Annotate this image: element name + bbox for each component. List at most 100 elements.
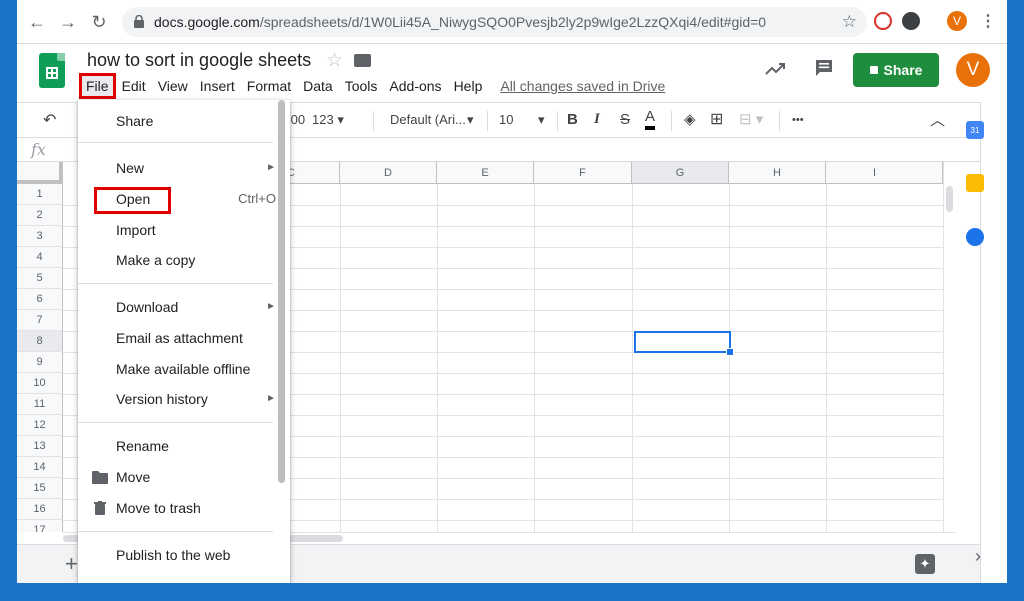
star-icon[interactable]: ☆: [326, 49, 343, 72]
menu-view[interactable]: View: [152, 76, 194, 96]
toolbar-divider: [779, 111, 780, 131]
row-header[interactable]: 6: [17, 289, 63, 310]
column-header-selected[interactable]: G: [632, 162, 729, 184]
menu-insert[interactable]: Insert: [194, 76, 241, 96]
forward-arrow-icon[interactable]: →: [58, 12, 78, 32]
menu-item-new[interactable]: New ►: [78, 154, 290, 182]
row-header[interactable]: 5: [17, 268, 63, 289]
column-header[interactable]: I: [826, 162, 943, 184]
menu-data[interactable]: Data: [297, 76, 339, 96]
font-dropdown[interactable]: Default (Ari... ▾: [390, 112, 475, 127]
document-title[interactable]: how to sort in google sheets: [87, 50, 311, 71]
row-header[interactable]: 10: [17, 373, 63, 394]
row-header[interactable]: 12: [17, 415, 63, 436]
active-cell-g8[interactable]: [634, 331, 734, 356]
collapse-toolbar-icon[interactable]: ︿: [930, 109, 945, 130]
reload-icon[interactable]: ↻: [89, 12, 109, 32]
menu-item-label: Email as attachment: [116, 330, 243, 346]
chrome-menu-icon[interactable]: ⋮: [980, 11, 996, 31]
toolbar-divider: [373, 111, 374, 131]
column-header[interactable]: D: [340, 162, 437, 184]
add-sheet-icon[interactable]: +: [65, 551, 78, 577]
column-header[interactable]: E: [437, 162, 534, 184]
account-avatar[interactable]: V: [956, 53, 990, 87]
undo-icon[interactable]: ↶: [43, 110, 56, 130]
row-header[interactable]: 17: [17, 520, 63, 532]
menu-item-version-history[interactable]: Version history ►: [78, 385, 290, 413]
menu-item-rename[interactable]: Rename: [78, 432, 290, 460]
share-button[interactable]: Share: [853, 53, 939, 87]
folder-icon[interactable]: [354, 54, 371, 67]
row-header[interactable]: 13: [17, 436, 63, 457]
vertical-scrollbar[interactable]: [943, 162, 955, 532]
merge-cells-icon[interactable]: ⊟ ▾: [739, 110, 763, 128]
row-header[interactable]: 2: [17, 205, 63, 226]
menu-item-available-offline[interactable]: Make available offline: [78, 355, 290, 383]
extension-icon-2[interactable]: [902, 12, 920, 30]
menu-item-label: Share: [116, 113, 154, 129]
menu-item-import[interactable]: Import: [78, 216, 290, 244]
menu-format[interactable]: Format: [241, 76, 297, 96]
menu-item-make-copy[interactable]: Make a copy: [78, 246, 290, 274]
row-header[interactable]: 15: [17, 478, 63, 499]
borders-icon[interactable]: ⊞: [710, 109, 723, 129]
menu-item-email-attachment[interactable]: Email as attachment: [78, 324, 290, 352]
row-header[interactable]: 7: [17, 310, 63, 331]
lock-icon: [869, 66, 878, 74]
menu-item-download[interactable]: Download ►: [78, 293, 290, 321]
number-format-dropdown[interactable]: 123 ▾: [312, 112, 344, 128]
expand-panel-icon[interactable]: ›: [975, 546, 981, 567]
extension-icon[interactable]: [874, 12, 892, 30]
more-options-button[interactable]: •••: [792, 114, 804, 126]
explore-icon[interactable]: ✦: [915, 554, 935, 574]
menu-item-label: Make a copy: [116, 252, 196, 268]
row-header[interactable]: 16: [17, 499, 63, 520]
calendar-icon[interactable]: 31: [966, 121, 984, 139]
strikethrough-button[interactable]: S: [620, 111, 630, 128]
browser-profile-avatar[interactable]: V: [947, 11, 967, 31]
row-header[interactable]: 11: [17, 394, 63, 415]
menu-edit[interactable]: Edit: [116, 76, 152, 96]
font-size-dropdown[interactable]: 10 ▾: [499, 112, 549, 127]
sheets-logo-icon[interactable]: [39, 53, 65, 88]
tasks-icon[interactable]: [966, 228, 984, 246]
italic-button[interactable]: I: [594, 111, 600, 128]
row-header[interactable]: 3: [17, 226, 63, 247]
menu-item-share[interactable]: Share: [78, 107, 290, 135]
menu-help[interactable]: Help: [448, 76, 489, 96]
row-header[interactable]: 9: [17, 352, 63, 373]
select-all-corner[interactable]: [17, 162, 63, 184]
menu-item-label: Rename: [116, 438, 169, 454]
row-header[interactable]: 4: [17, 247, 63, 268]
comment-icon[interactable]: [814, 58, 834, 78]
menu-addons[interactable]: Add-ons: [383, 76, 447, 96]
menu-file[interactable]: File: [79, 73, 116, 99]
menu-divider: [78, 142, 273, 143]
trash-icon: [94, 501, 106, 515]
menu-item-move[interactable]: Move: [78, 463, 290, 491]
scroll-thumb[interactable]: [946, 186, 953, 212]
column-header[interactable]: F: [534, 162, 632, 184]
menu-item-label: Version history: [116, 391, 208, 407]
save-status-link[interactable]: All changes saved in Drive: [494, 76, 671, 96]
bold-button[interactable]: B: [567, 111, 578, 128]
activity-trend-icon[interactable]: [764, 58, 786, 80]
text-color-button[interactable]: A: [645, 108, 656, 130]
toolbar-divider: [557, 111, 558, 131]
keep-icon[interactable]: [966, 174, 984, 192]
row-header[interactable]: 1: [17, 184, 63, 205]
menu-item-trash[interactable]: Move to trash: [78, 494, 290, 522]
bookmark-star-icon[interactable]: ☆: [842, 12, 857, 32]
row-header[interactable]: 14: [17, 457, 63, 478]
share-label: Share: [883, 62, 923, 78]
menu-scrollbar[interactable]: [278, 100, 285, 483]
back-arrow-icon[interactable]: ←: [27, 12, 47, 32]
menu-item-publish-web[interactable]: Publish to the web: [78, 541, 290, 569]
fill-color-icon[interactable]: ◈: [684, 110, 696, 128]
column-header[interactable]: H: [729, 162, 826, 184]
menu-tools[interactable]: Tools: [339, 76, 384, 96]
submenu-arrow-icon: ►: [266, 162, 276, 173]
address-bar[interactable]: docs.google.com/spreadsheets/d/1W0Lii45A…: [122, 7, 867, 37]
font-size-label: 10: [499, 112, 514, 127]
row-header-selected[interactable]: 8: [17, 331, 63, 352]
